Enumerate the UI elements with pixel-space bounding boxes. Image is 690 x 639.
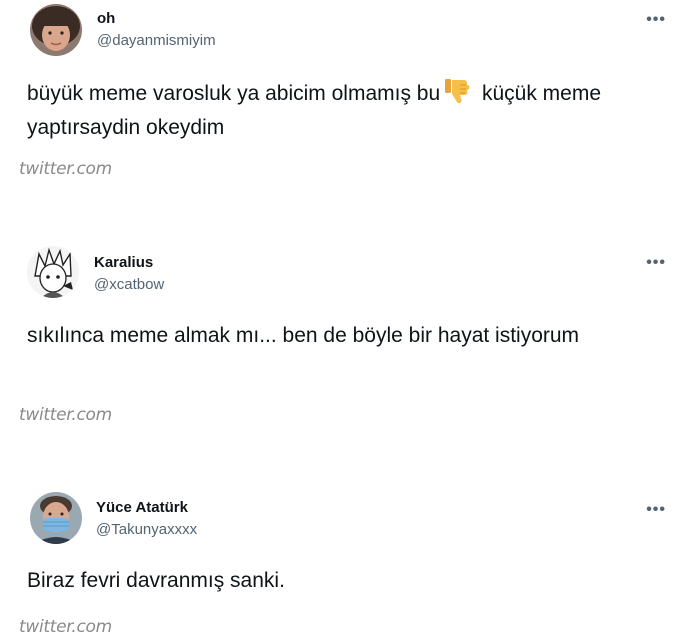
- user-avatar[interactable]: [30, 492, 82, 544]
- tweet-card: Yüce Atatürk @Takunyaxxxx ••• Biraz fevr…: [0, 0, 690, 639]
- display-name[interactable]: Yüce Atatürk: [96, 499, 188, 516]
- source-label: twitter.com: [19, 617, 112, 637]
- tweet-text: Biraz fevri davranmış sanki.: [27, 569, 285, 592]
- more-options-icon[interactable]: •••: [646, 502, 666, 518]
- user-handle[interactable]: @Takunyaxxxx: [96, 521, 197, 538]
